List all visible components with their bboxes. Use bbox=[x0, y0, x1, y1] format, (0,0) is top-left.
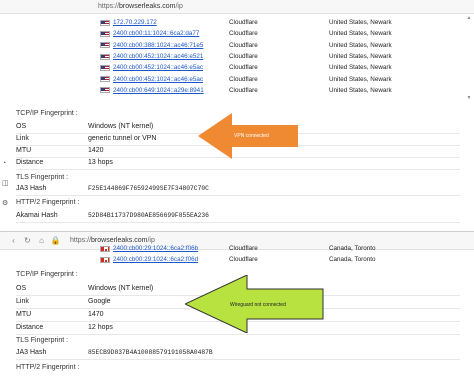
isp-name: Cloudflare bbox=[229, 64, 258, 72]
wifi-icon[interactable]: ◔ bbox=[2, 160, 10, 167]
ip-address-link[interactable]: 2400:cb00:388:1024::ac46:71e5 bbox=[113, 42, 229, 49]
canada-flag-icon bbox=[100, 256, 110, 263]
isp-name: Cloudflare bbox=[229, 256, 258, 264]
location: United States, Newark bbox=[329, 86, 392, 94]
mtu-label: MTU bbox=[16, 146, 32, 154]
us-flag-icon bbox=[100, 64, 110, 71]
ip-row: 2400:cb00:388:1024::ac46:71e5 Cloudflare U… bbox=[100, 40, 464, 51]
us-flag-icon bbox=[100, 42, 110, 49]
url-text[interactable]: https://browserleaks.com/ip bbox=[98, 3, 183, 10]
isp-name: Cloudflare bbox=[229, 245, 258, 253]
arrow-annotation: Wireguard not connected bbox=[230, 302, 286, 308]
us-flag-icon bbox=[100, 87, 110, 94]
isp-name: Cloudflare bbox=[229, 19, 258, 27]
ja3-row: JA3 Hash F25E144869F76592499SE7F34807C70… bbox=[16, 181, 460, 196]
ip-row: 2400:cb00:452:1024::ac46:e5ac Cloudflare U… bbox=[100, 62, 464, 73]
ip-address-link[interactable]: 172.70.229.172 bbox=[113, 19, 229, 26]
distance-label: Distance bbox=[16, 158, 44, 166]
tls-fingerprint-title: TLS Fingerprint : bbox=[16, 337, 69, 344]
us-flag-icon bbox=[100, 53, 110, 60]
ip-address-table: 2400:cb00:29:1024::6ca2:f06b CloudflareCa… bbox=[100, 243, 464, 266]
isp-name: Cloudflare bbox=[229, 30, 258, 38]
location: United States, Newark bbox=[329, 53, 392, 61]
location: United States, Newark bbox=[329, 64, 392, 72]
back-icon[interactable]: ‹ bbox=[8, 235, 19, 246]
ip-row: 2400:cb00:649:1024::a29e:8941 Cloudflare U… bbox=[100, 85, 464, 96]
home-icon[interactable]: ⌂ bbox=[36, 235, 47, 246]
ja3-value: F25E144869F76592499SE7F34807C70C bbox=[88, 184, 209, 192]
ip-address-link[interactable]: 2400:cb00:29:1024::6ca2:f06d bbox=[113, 256, 229, 263]
tcp-fingerprint-title: TCP/IP Fingerprint : bbox=[16, 110, 78, 117]
isp-name: Cloudflare bbox=[229, 86, 258, 94]
location: Canada, Toronto bbox=[329, 245, 376, 253]
bottom-screenshot: ‹ ↻ ⌂ 🔒 https://browserleaks.com/ip 2400… bbox=[0, 232, 474, 379]
ja3-row: JA3 Hash 85ECB9D837B4A10088579191058A048… bbox=[16, 345, 460, 360]
arrow-annotation: VPN connected bbox=[234, 133, 269, 139]
os-label: OS bbox=[16, 122, 27, 130]
scrollbar-down[interactable]: ▼ bbox=[466, 95, 472, 101]
us-flag-icon bbox=[100, 19, 110, 26]
link-label: Link bbox=[16, 134, 29, 142]
ip-address-link[interactable]: 2400:cb00:452:1024::ac46:e5ac bbox=[113, 64, 229, 71]
ip-row: 172.70.229.172 Cloudflare United States, N… bbox=[100, 17, 464, 28]
top-screenshot: https://browserleaks.com/ip 172.70.229.1… bbox=[0, 0, 474, 232]
ip-row: 2400:cb00:452:1024::ac46:e521 Cloudflare U… bbox=[100, 51, 464, 62]
ip-address-link[interactable]: 2400:cb00:29:1024::6ca2:f06b bbox=[113, 245, 229, 252]
isp-name: Cloudflare bbox=[229, 41, 258, 49]
distance-label: Distance bbox=[16, 323, 44, 331]
os-label: OS bbox=[16, 284, 27, 292]
ja3-value: 85ECB9D837B4A10088579191058A0487B bbox=[88, 348, 213, 356]
ip-address-link[interactable]: 2400:cb00:11:1024::6ca2:da77 bbox=[113, 30, 229, 37]
tab-icon[interactable]: ◫ bbox=[2, 179, 10, 187]
address-bar[interactable]: https://browserleaks.com/ip bbox=[0, 0, 474, 14]
ip-row: 2400:cb00:452:1024::ac46:e5ac Cloudflare U… bbox=[100, 73, 464, 84]
akamai-label: Akamai Hash bbox=[16, 211, 58, 219]
ja3-label: JA3 Hash bbox=[16, 348, 47, 356]
ip-address-link[interactable]: 2400:cb00:649:1024::a29e:8941 bbox=[113, 87, 229, 94]
scrollbar[interactable]: ▲ bbox=[466, 15, 472, 21]
isp-name: Cloudflare bbox=[229, 53, 258, 61]
side-toolbar: ◔ ◫ ⚙ bbox=[2, 160, 10, 219]
akamai-value: 52D84B11737D980AE856699F855EA236 bbox=[88, 211, 209, 219]
location: United States, Newark bbox=[329, 30, 392, 38]
akamai-row: Akamai Hash 52D84B11737D980AE856699F855E… bbox=[16, 208, 460, 223]
ip-row: 2400:cb00:11:1024::6ca2:da77 Cloudflare Un… bbox=[100, 28, 464, 39]
us-flag-icon bbox=[100, 30, 110, 37]
us-flag-icon bbox=[100, 76, 110, 83]
ip-row: 2400:cb00:29:1024::6ca2:f06b Cloudflare Ca… bbox=[100, 243, 464, 254]
link-label: Link bbox=[16, 297, 29, 305]
location: United States, Newark bbox=[329, 41, 392, 49]
isp-name: Cloudflare bbox=[229, 75, 258, 83]
tcp-fingerprint-title: TCP/IP Fingerprint : bbox=[16, 271, 78, 278]
http2-fingerprint-title: HTTP/2 Fingerprint : bbox=[16, 199, 80, 206]
reload-icon[interactable]: ↻ bbox=[22, 235, 33, 246]
http2-fingerprint-title: HTTP/2 Fingerprint : bbox=[16, 364, 80, 371]
settings-icon[interactable]: ⚙ bbox=[2, 199, 10, 207]
lock-icon: 🔒 bbox=[50, 236, 61, 245]
ja3-label: JA3 Hash bbox=[16, 184, 47, 192]
distance-value: 13 hops bbox=[88, 158, 113, 166]
location: Canada, Toronto bbox=[329, 256, 376, 264]
ip-address-link[interactable]: 2400:cb00:452:1024::ac46:e521 bbox=[113, 53, 229, 60]
canada-flag-icon bbox=[100, 245, 110, 252]
location: United States, Newark bbox=[329, 75, 392, 83]
ip-row: 2400:cb00:29:1024::6ca2:f06d Cloudflare Ca… bbox=[100, 254, 464, 265]
location: United States, Newark bbox=[329, 19, 392, 27]
mtu-label: MTU bbox=[16, 310, 32, 318]
tls-fingerprint-title: TLS Fingerprint : bbox=[16, 174, 69, 181]
ip-address-link[interactable]: 2400:cb00:452:1024::ac46:e5ac bbox=[113, 76, 229, 83]
ip-address-table: 172.70.229.172 Cloudflare United States, N… bbox=[100, 17, 464, 96]
